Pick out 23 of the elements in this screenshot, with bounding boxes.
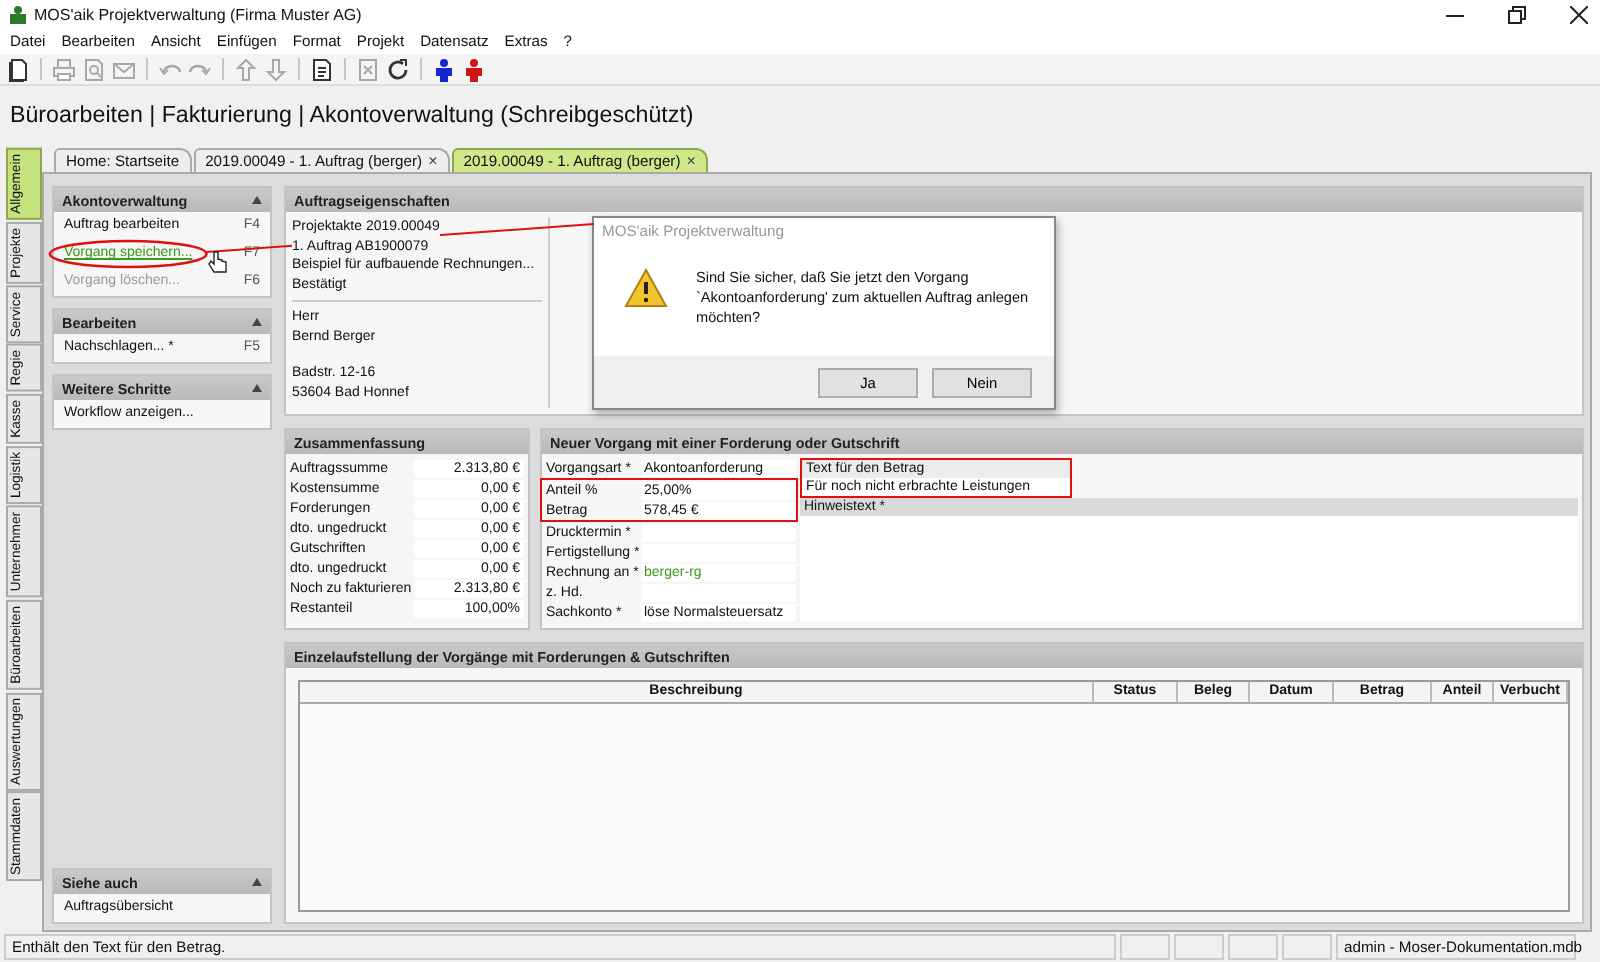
app-icon [10, 5, 26, 23]
warning-icon [624, 268, 668, 308]
window-title: MOS'aik Projektverwaltung (Firma Muster AG) [34, 5, 362, 23]
refresh-icon[interactable] [386, 57, 410, 81]
close-icon[interactable] [1570, 5, 1588, 23]
collapse-icon[interactable] [252, 318, 262, 326]
restore-icon[interactable] [1508, 5, 1526, 23]
input-field[interactable] [642, 523, 796, 541]
close-button[interactable]: × [686, 152, 696, 170]
new-document-icon[interactable] [6, 57, 30, 81]
figure-icon[interactable] [432, 57, 456, 81]
collapse-icon[interactable] [252, 878, 262, 886]
status-cell [1282, 934, 1332, 960]
figure-icon[interactable] [462, 57, 486, 81]
collapse-icon[interactable] [252, 196, 262, 204]
status-cell [1120, 934, 1170, 960]
page-heading: Büroarbeiten | Fakturierung | Akontoverwaltung (Schreibgeschützt) [10, 101, 694, 127]
report-icon[interactable] [310, 57, 334, 81]
status-cell [1228, 934, 1278, 960]
status-cell [1174, 934, 1224, 960]
hand-cursor-icon [208, 250, 229, 276]
collapse-icon[interactable] [252, 384, 262, 392]
close-button[interactable]: × [428, 152, 438, 170]
